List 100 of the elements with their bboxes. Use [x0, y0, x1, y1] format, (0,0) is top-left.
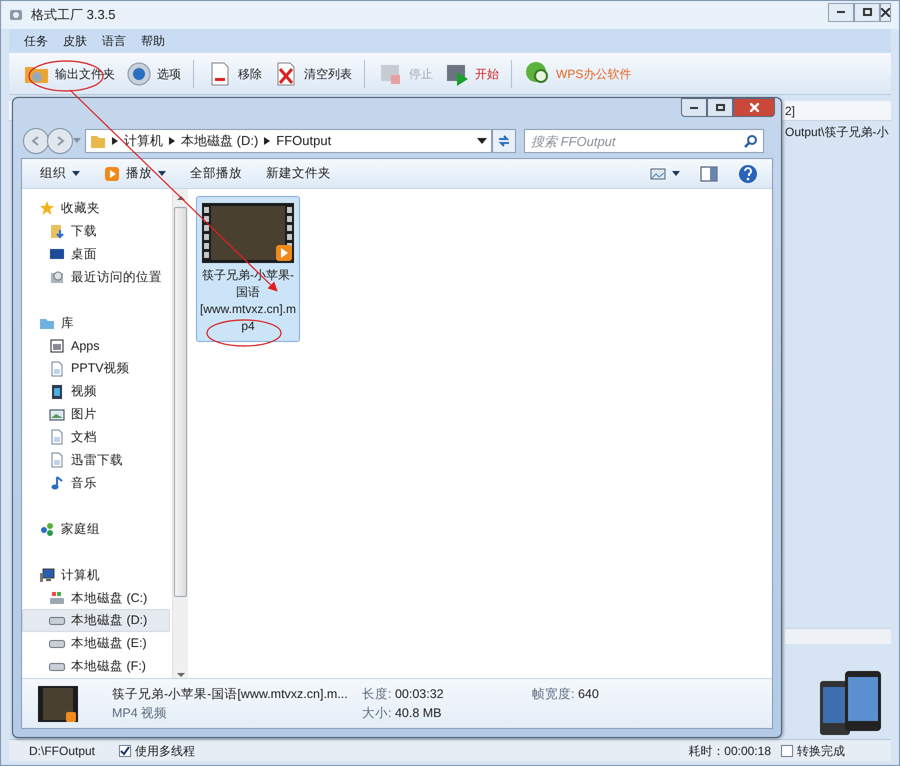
- checkbox-label: 使用多线程: [135, 742, 195, 760]
- dropdown-arrow-icon: [158, 171, 166, 176]
- command-button[interactable]: 播放: [96, 162, 174, 186]
- elapsed-time: 耗时：00:00:18: [688, 742, 771, 760]
- network-icon: [39, 521, 55, 538]
- detail-property: 帧宽度: 640: [532, 686, 599, 703]
- nav-item[interactable]: 图片: [22, 403, 170, 426]
- close-button[interactable]: [880, 2, 891, 22]
- maximize-button[interactable]: [707, 98, 733, 117]
- music-note-icon: [49, 475, 65, 492]
- nav-item[interactable]: 音乐: [22, 472, 170, 495]
- play-icon: [104, 166, 120, 182]
- dropdown-arrow-icon: [477, 138, 487, 144]
- menu-item[interactable]: 语言: [102, 32, 126, 50]
- maximize-button[interactable]: [854, 2, 880, 22]
- computer-icon: [39, 567, 55, 584]
- chevron-icon: [112, 137, 118, 145]
- toolbar-button[interactable]: 清空列表: [270, 56, 354, 90]
- folder-arrow-icon: [49, 223, 65, 240]
- gear-icon: [125, 60, 153, 88]
- checkbox-label: 转换完成: [797, 742, 845, 760]
- nav-item[interactable]: 计算机: [22, 564, 170, 586]
- nav-item[interactable]: Apps: [22, 334, 170, 358]
- picture-icon: [49, 406, 65, 423]
- toolbar-button[interactable]: 移除: [204, 56, 264, 90]
- drive-icon: [49, 640, 65, 648]
- folder-icon: [90, 133, 106, 149]
- drive-icon: [49, 616, 65, 625]
- file-name: 筷子兄弟-小苹果-国语[www.mtvxz.cn].m...: [112, 686, 349, 703]
- close-icon: [750, 103, 758, 112]
- back-button[interactable]: [23, 128, 49, 154]
- command-button[interactable]: 新建文件夹: [258, 162, 339, 186]
- window-icon: [49, 338, 65, 354]
- chevron-icon: [169, 137, 175, 145]
- close-icon: [881, 8, 890, 16]
- nav-item[interactable]: 迅雷下载: [22, 448, 170, 472]
- breadcrumb-item[interactable]: FFOutput: [276, 131, 332, 151]
- film-icon: [49, 384, 65, 400]
- column-header: 2]: [785, 102, 796, 120]
- drive-icon: [49, 662, 65, 671]
- detail-property: 长度: 00:03:32: [362, 686, 445, 703]
- breadcrumb-item[interactable]: 计算机: [124, 131, 163, 151]
- checkbox[interactable]: [119, 744, 131, 756]
- maximize-icon: [862, 8, 872, 16]
- minimize-icon: [690, 106, 698, 108]
- dropdown-arrow-icon: [72, 171, 80, 176]
- menu-item[interactable]: 任务: [24, 32, 48, 50]
- nav-item[interactable]: 本地磁盘 (E:): [22, 632, 170, 656]
- nav-item[interactable]: 收藏夹: [22, 197, 170, 220]
- address-bar[interactable]: 计算机 本地磁盘 (D:) FFOutput: [85, 129, 492, 153]
- video-thumbnail: [38, 684, 78, 724]
- nav-item[interactable]: PPTV视频: [22, 357, 170, 380]
- clock-folder-icon: [49, 269, 65, 286]
- search-icon: [744, 134, 758, 148]
- nav-item[interactable]: 下载: [22, 220, 170, 243]
- nav-item[interactable]: 文档: [22, 426, 170, 449]
- help-icon: [738, 164, 758, 184]
- document-icon: [49, 429, 65, 446]
- document-icon: [49, 360, 65, 377]
- nav-item[interactable]: 视频: [22, 380, 170, 404]
- minimize-button[interactable]: [828, 2, 854, 22]
- breadcrumb-item[interactable]: 本地磁盘 (D:): [181, 131, 258, 151]
- dropdown-arrow-icon: [672, 171, 680, 176]
- checkmark-icon: [120, 746, 130, 756]
- nav-item[interactable]: 家庭组: [22, 518, 170, 541]
- window-title: 格式工厂 3.3.5: [31, 6, 116, 24]
- checkbox[interactable]: [781, 744, 793, 756]
- scrollbar-thumb[interactable]: [174, 207, 187, 597]
- horizontal-scrollbar[interactable]: [785, 628, 891, 644]
- command-button[interactable]: 组织: [32, 162, 88, 186]
- pane-icon: [700, 166, 718, 182]
- detail-property: 大小: 40.8 MB: [362, 704, 443, 722]
- status-path: D:\FFOutput: [29, 742, 96, 760]
- nav-item[interactable]: 本地磁盘 (D:): [22, 609, 170, 632]
- drive-windows-icon: [49, 590, 65, 606]
- nav-item[interactable]: 本地磁盘 (F:): [22, 655, 170, 678]
- maximize-icon: [716, 104, 724, 111]
- forward-button[interactable]: [47, 128, 73, 154]
- close-button[interactable]: [733, 98, 775, 117]
- arrows-icon: [497, 134, 511, 148]
- app-icon: [9, 8, 23, 22]
- minimize-icon: [837, 11, 845, 13]
- picture-icon: [650, 168, 666, 180]
- nav-item[interactable]: 本地磁盘 (C:): [22, 586, 170, 610]
- chevron-icon: [264, 137, 270, 145]
- vertical-scrollbar[interactable]: [172, 189, 188, 678]
- nav-item[interactable]: 最近访问的位置: [22, 266, 170, 289]
- nav-item[interactable]: 桌面: [22, 242, 170, 266]
- search-field[interactable]: 搜索 FFOutput: [524, 129, 764, 153]
- file-type: MP4 视频: [112, 704, 168, 722]
- refresh-button[interactable]: [492, 129, 516, 153]
- scroll-up-icon[interactable]: [176, 195, 184, 201]
- minimize-button[interactable]: [681, 98, 707, 117]
- star-icon: [39, 200, 55, 216]
- toolbar-button[interactable]: 选项: [123, 56, 183, 90]
- nav-item[interactable]: 库: [22, 312, 170, 334]
- command-button[interactable]: 全部播放: [182, 162, 250, 186]
- menu-item[interactable]: 皮肤: [63, 32, 87, 50]
- toolbar-button[interactable]: 开始: [441, 56, 501, 90]
- menu-item[interactable]: 帮助: [141, 32, 165, 50]
